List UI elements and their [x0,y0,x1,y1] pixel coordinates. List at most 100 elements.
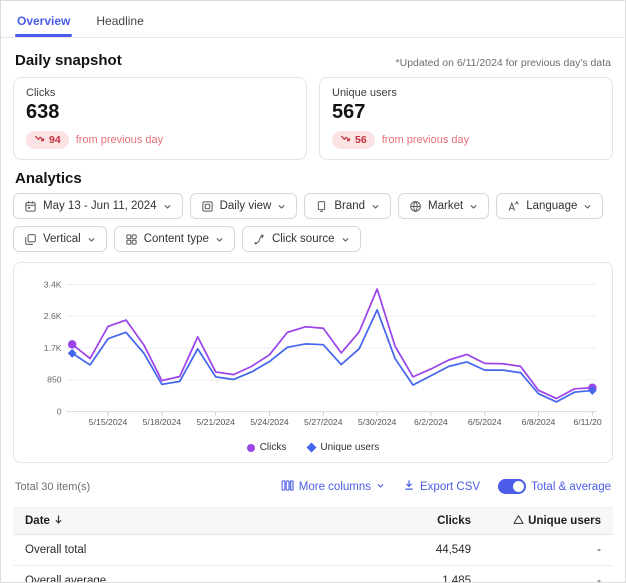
unique-users-delta-badge: 56 [332,131,375,149]
filter-label: Daily view [220,200,272,212]
vertical-icon [24,233,37,246]
content-type-icon [125,233,138,246]
more-columns-label: More columns [299,481,371,493]
chevron-down-icon [87,235,96,244]
filter-label: May 13 - Jun 11, 2024 [43,200,157,212]
legend-diamond-icon [307,443,317,453]
analytics-table: Date Clicks Unique users Overall total44… [13,507,613,583]
filter-may-13-jun-11-2024[interactable]: May 13 - Jun 11, 2024 [13,193,183,219]
total-average-label: Total & average [531,481,611,493]
clicks-card-value: 638 [26,101,294,124]
toolbar-actions: More columns Export CSV Total & average [281,479,611,495]
svg-text:5/15/2024: 5/15/2024 [89,417,128,427]
clicks-cell: 1,485 [351,575,471,583]
filter-vertical[interactable]: Vertical [13,226,107,252]
svg-text:5/21/2024: 5/21/2024 [196,417,235,427]
unique-users-cell: - [471,544,601,556]
filter-market[interactable]: Market [398,193,489,219]
unique-users-card-label: Unique users [332,87,600,99]
tab-overview[interactable]: Overview [15,6,72,37]
clicks-delta-badge: 94 [26,131,69,149]
clicks-card: Clicks 638 94 from previous day [13,77,307,160]
unique-users-header-label: Unique users [528,515,601,527]
calendar-icon [24,200,37,213]
unique-users-delta-note: from previous day [382,134,469,146]
clicks-cell: 44,549 [351,544,471,556]
table-header-row: Date Clicks Unique users [13,507,613,535]
legend-clicks[interactable]: Clicks [247,442,287,453]
filter-content-type[interactable]: Content type [114,226,235,252]
filter-brand[interactable]: Brand [304,193,391,219]
filter-label: Market [428,200,463,212]
clicks-delta-row: 94 from previous day [26,131,294,149]
svg-text:850: 850 [47,375,62,385]
market-icon [409,200,422,213]
date-cell: Overall average [25,575,351,583]
filter-label: Language [526,200,577,212]
svg-text:5/24/2024: 5/24/2024 [250,417,289,427]
analytics-header: Analytics [15,170,611,187]
chevron-down-icon [163,202,172,211]
top-tabs: Overview Headline [1,1,625,38]
export-csv-label: Export CSV [420,481,480,493]
dashboard-screen: Overview Headline Daily snapshot *Update… [0,0,626,583]
svg-text:5/18/2024: 5/18/2024 [143,417,182,427]
click-source-icon [253,233,266,246]
unique-users-cell: - [471,575,601,583]
table-body: Overall total44,549- Overall average1,485… [13,535,613,583]
svg-text:1.7K: 1.7K [44,343,62,353]
svg-text:6/2/2024: 6/2/2024 [414,417,448,427]
analytics-chart: 0 850 1.7K 2.6K 3.4K 5/15/2024 5/18/2024 5/21/2… [24,271,602,438]
legend-unique-users[interactable]: Unique users [308,442,379,453]
daily-snapshot-title: Daily snapshot [15,52,122,69]
chevron-down-icon [371,202,380,211]
tab-headline[interactable]: Headline [94,6,145,37]
chevron-down-icon [469,202,478,211]
total-average-control: Total & average [498,479,611,494]
svg-text:5/30/2024: 5/30/2024 [358,417,397,427]
filter-label: Click source [272,233,335,245]
svg-text:6/5/2024: 6/5/2024 [468,417,502,427]
table-toolbar: Total 30 item(s) More columns Export CSV… [15,473,611,501]
svg-text:0: 0 [57,407,62,417]
sort-desc-icon [54,514,63,528]
warning-triangle-icon [513,514,524,528]
filter-daily-view[interactable]: Daily view [190,193,298,219]
export-csv-button[interactable]: Export CSV [403,479,480,494]
legend-label: Unique users [320,442,379,453]
brand-icon [315,200,328,213]
total-average-toggle[interactable] [498,479,526,494]
unique-users-delta-row: 56 from previous day [332,131,600,149]
more-columns-button[interactable]: More columns [281,479,385,495]
daily-snapshot-header: Daily snapshot *Updated on 6/11/2024 for… [15,52,611,69]
legend-label: Clicks [260,442,287,453]
svg-text:6/8/2024: 6/8/2024 [522,417,556,427]
chevron-down-icon [277,202,286,211]
filter-label: Content type [144,233,209,245]
date-header-label: Date [25,515,50,527]
date-column-header[interactable]: Date [25,514,351,528]
updated-note: *Updated on 6/11/2024 for previous day's… [396,57,611,69]
chart-legend: Clicks Unique users [24,438,602,458]
analytics-chart-card: 0 850 1.7K 2.6K 3.4K 5/15/2024 5/18/2024 5/21/2… [13,262,613,463]
main-content: Daily snapshot *Updated on 6/11/2024 for… [1,38,625,583]
daily-view-icon [201,200,214,213]
filter-label: Vertical [43,233,81,245]
trend-down-icon [34,133,45,147]
svg-text:5/27/2024: 5/27/2024 [304,417,343,427]
unique-users-column-header[interactable]: Unique users [471,514,601,528]
download-icon [403,479,415,494]
unique-users-delta-value: 56 [355,134,367,146]
filter-chips: May 13 - Jun 11, 2024 Daily view Brand Mark… [13,193,613,252]
trend-down-icon [340,133,351,147]
clicks-column-header[interactable]: Clicks [351,515,471,527]
columns-icon [281,479,294,495]
svg-text:3.4K: 3.4K [44,279,62,289]
unique-users-card-value: 567 [332,101,600,124]
table-row: Overall total44,549- [13,535,613,566]
filter-language[interactable]: Language [496,193,603,219]
svg-text:2.6K: 2.6K [44,311,62,321]
language-icon [507,200,520,213]
table-summary: Total 30 item(s) [15,481,90,493]
filter-click-source[interactable]: Click source [242,226,361,252]
